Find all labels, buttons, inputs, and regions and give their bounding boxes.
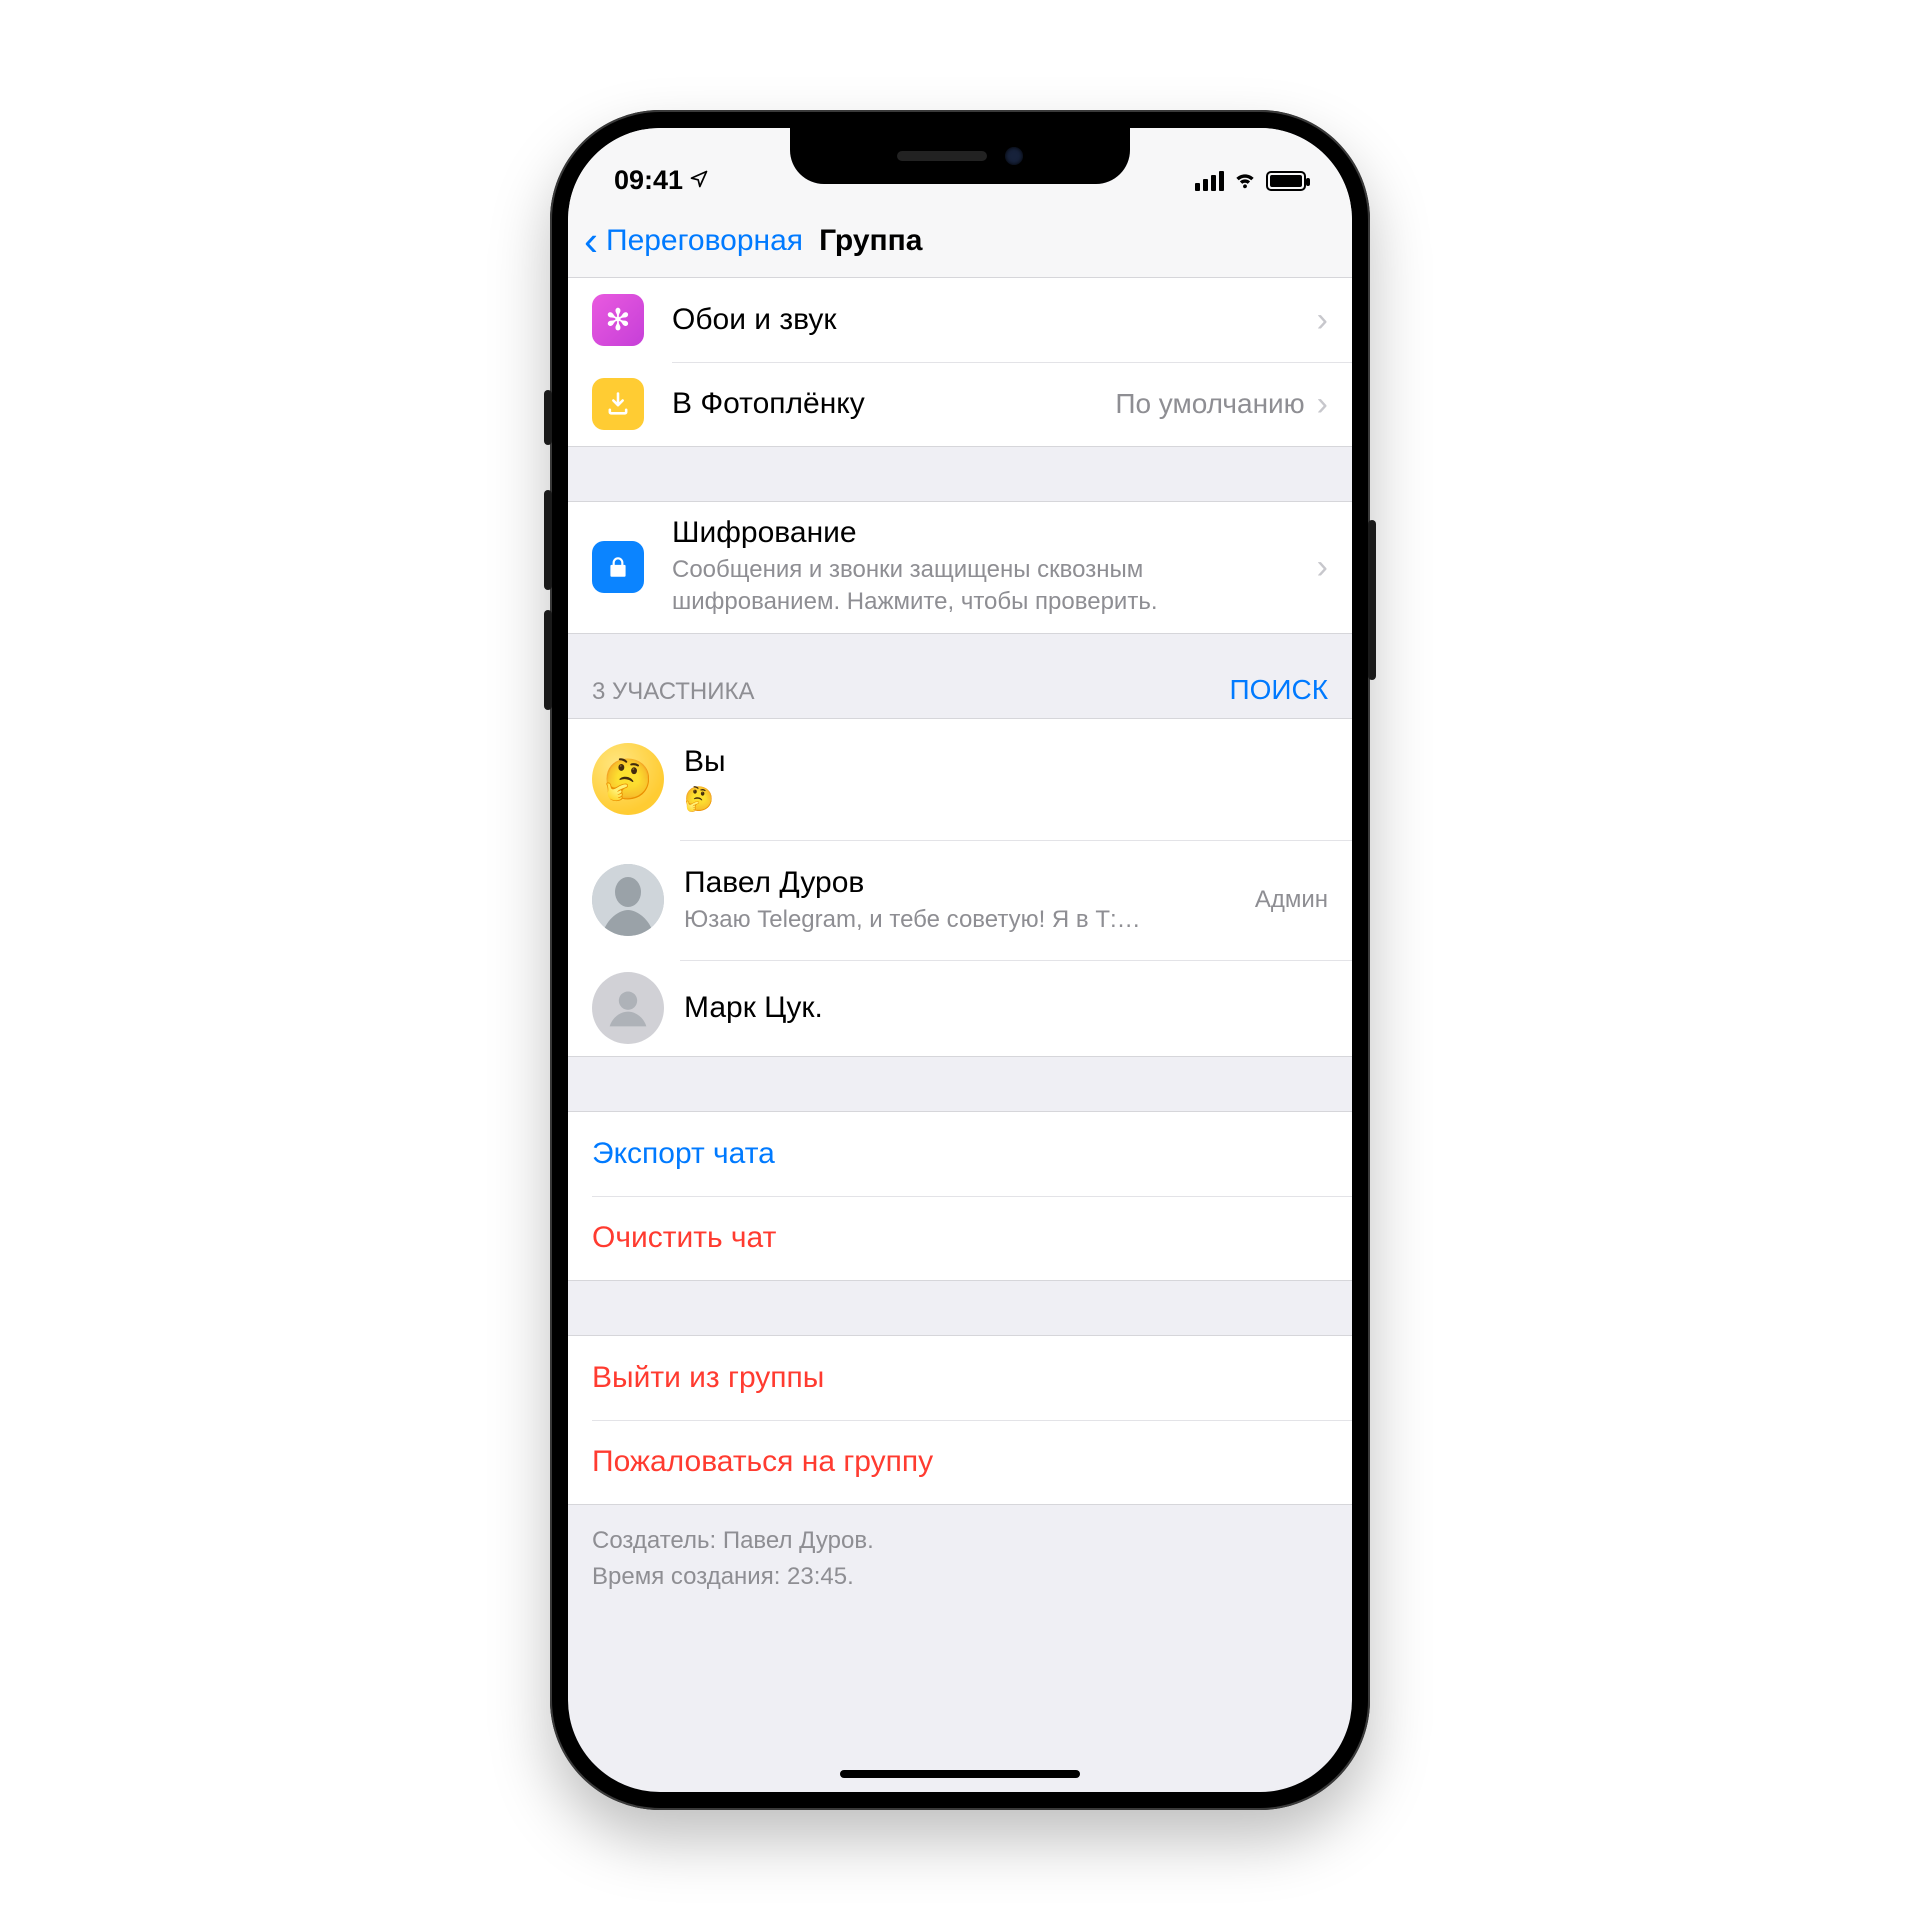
location-icon xyxy=(689,165,709,196)
volume-up-button xyxy=(544,490,552,590)
phone-frame: 09:41 ‹ Переговорная Группа ✻ xyxy=(550,110,1370,1810)
home-indicator[interactable] xyxy=(840,1770,1080,1778)
member-name: Павел Дуров xyxy=(684,866,1255,900)
export-chat-button[interactable]: Экспорт чата xyxy=(568,1112,1352,1196)
members-group: 🤔 Вы 🤔 Павел Дуров Юзаю Telegram, и тебе… xyxy=(568,718,1352,1057)
side-button xyxy=(544,390,552,445)
report-group-button[interactable]: Пожаловаться на группу xyxy=(568,1420,1352,1504)
battery-icon xyxy=(1266,171,1306,191)
notch xyxy=(790,128,1130,184)
cellular-icon xyxy=(1195,171,1224,191)
page-title: Группа xyxy=(819,224,922,258)
status-time: 09:41 xyxy=(614,165,683,196)
member-name: Марк Цук. xyxy=(684,991,1328,1025)
row-save-to-camera-roll[interactable]: В Фотоплёнку По умолчанию › xyxy=(568,362,1352,446)
back-chevron-icon[interactable]: ‹ xyxy=(584,220,600,262)
member-status: Юзаю Telegram, и тебе советую! Я в Т:… xyxy=(684,906,1255,934)
speaker-grille xyxy=(897,151,987,161)
member-name: Вы xyxy=(684,745,1328,779)
row-subtitle: Сообщения и звонки защищены сквозным шиф… xyxy=(672,554,1317,619)
save-icon xyxy=(592,378,644,430)
wifi-icon xyxy=(1232,165,1258,196)
row-label: Обои и звук xyxy=(672,303,1317,337)
row-encryption[interactable]: Шифрование Сообщения и звонки защищены с… xyxy=(568,502,1352,633)
action-label: Экспорт чата xyxy=(592,1137,775,1171)
front-camera xyxy=(1005,147,1023,165)
creator-label: Создатель: Павел Дуров. xyxy=(592,1523,1328,1559)
lock-icon xyxy=(592,541,644,593)
member-status: 🤔 xyxy=(684,785,1328,814)
action-label: Очистить чат xyxy=(592,1221,776,1255)
chevron-right-icon: › xyxy=(1317,301,1328,340)
member-row[interactable]: 🤔 Вы 🤔 xyxy=(568,719,1352,840)
nav-bar: ‹ Переговорная Группа xyxy=(568,204,1352,278)
screen: 09:41 ‹ Переговорная Группа ✻ xyxy=(568,128,1352,1792)
clear-chat-button[interactable]: Очистить чат xyxy=(568,1196,1352,1280)
avatar: 🤔 xyxy=(592,743,664,815)
content: ✻ Обои и звук › В Фотоплёнку По умолчани… xyxy=(568,278,1352,1792)
member-row[interactable]: Павел Дуров Юзаю Telegram, и тебе совету… xyxy=(568,840,1352,960)
created-time-label: Время создания: 23:45. xyxy=(592,1559,1328,1595)
members-count-label: 3 УЧАСТНИКА xyxy=(592,678,755,706)
member-role: Админ xyxy=(1255,886,1328,914)
back-button[interactable]: Переговорная xyxy=(606,224,803,258)
wallpaper-icon: ✻ xyxy=(592,294,644,346)
row-label: Шифрование xyxy=(672,516,1317,550)
power-button xyxy=(1368,520,1376,680)
settings-group-encryption: Шифрование Сообщения и звонки защищены с… xyxy=(568,501,1352,634)
actions-group-1: Экспорт чата Очистить чат xyxy=(568,1111,1352,1281)
action-label: Пожаловаться на группу xyxy=(592,1445,933,1479)
chevron-right-icon: › xyxy=(1317,385,1328,424)
actions-group-2: Выйти из группы Пожаловаться на группу xyxy=(568,1335,1352,1505)
action-label: Выйти из группы xyxy=(592,1361,824,1395)
avatar xyxy=(592,972,664,1044)
row-wallpaper-sound[interactable]: ✻ Обои и звук › xyxy=(568,278,1352,362)
member-row[interactable]: Марк Цук. xyxy=(568,960,1352,1056)
row-label: В Фотоплёнку xyxy=(672,387,1115,421)
search-members-button[interactable]: ПОИСК xyxy=(1229,674,1328,706)
avatar xyxy=(592,864,664,936)
chevron-right-icon: › xyxy=(1317,548,1328,587)
settings-group-1: ✻ Обои и звук › В Фотоплёнку По умолчани… xyxy=(568,278,1352,447)
volume-down-button xyxy=(544,610,552,710)
leave-group-button[interactable]: Выйти из группы xyxy=(568,1336,1352,1420)
footer-info: Создатель: Павел Дуров. Время создания: … xyxy=(568,1505,1352,1595)
row-value: По умолчанию xyxy=(1115,388,1304,420)
